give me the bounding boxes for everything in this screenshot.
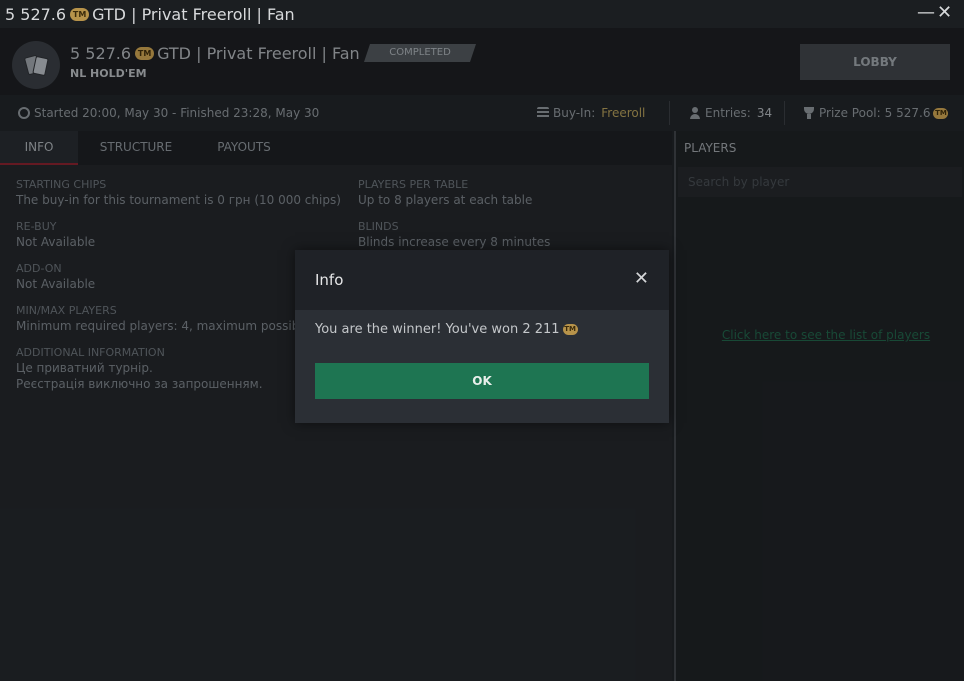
window-title-amount: 5 527.6 [5, 4, 67, 24]
dialog-close-icon[interactable]: ✕ [634, 270, 649, 288]
dialog-message-text: You are the winner! You've won 2 211 [315, 322, 560, 337]
dialog-header [295, 250, 669, 310]
window-title: 5 527.6 TM GTD | Privat Freeroll | Fan [5, 5, 295, 24]
dialog-message: You are the winner! You've won 2 211 TM [315, 322, 580, 337]
dialog-title: Info [315, 271, 344, 289]
title-bar: 5 527.6 TM GTD | Privat Freeroll | Fan —… [0, 0, 964, 28]
ok-button[interactable]: OK [315, 363, 649, 399]
info-dialog: Info ✕ You are the winner! You've won 2 … [295, 250, 669, 423]
tournament-window: 5 527.6 TM GTD | Privat Freeroll | Fan —… [0, 0, 964, 681]
window-title-text: GTD | Privat Freeroll | Fan [92, 4, 295, 24]
minimize-icon[interactable]: — [917, 4, 935, 22]
coin-icon: TM [562, 324, 578, 335]
coin-icon: TM [70, 7, 90, 21]
window-close-icon[interactable]: ✕ [937, 4, 952, 22]
